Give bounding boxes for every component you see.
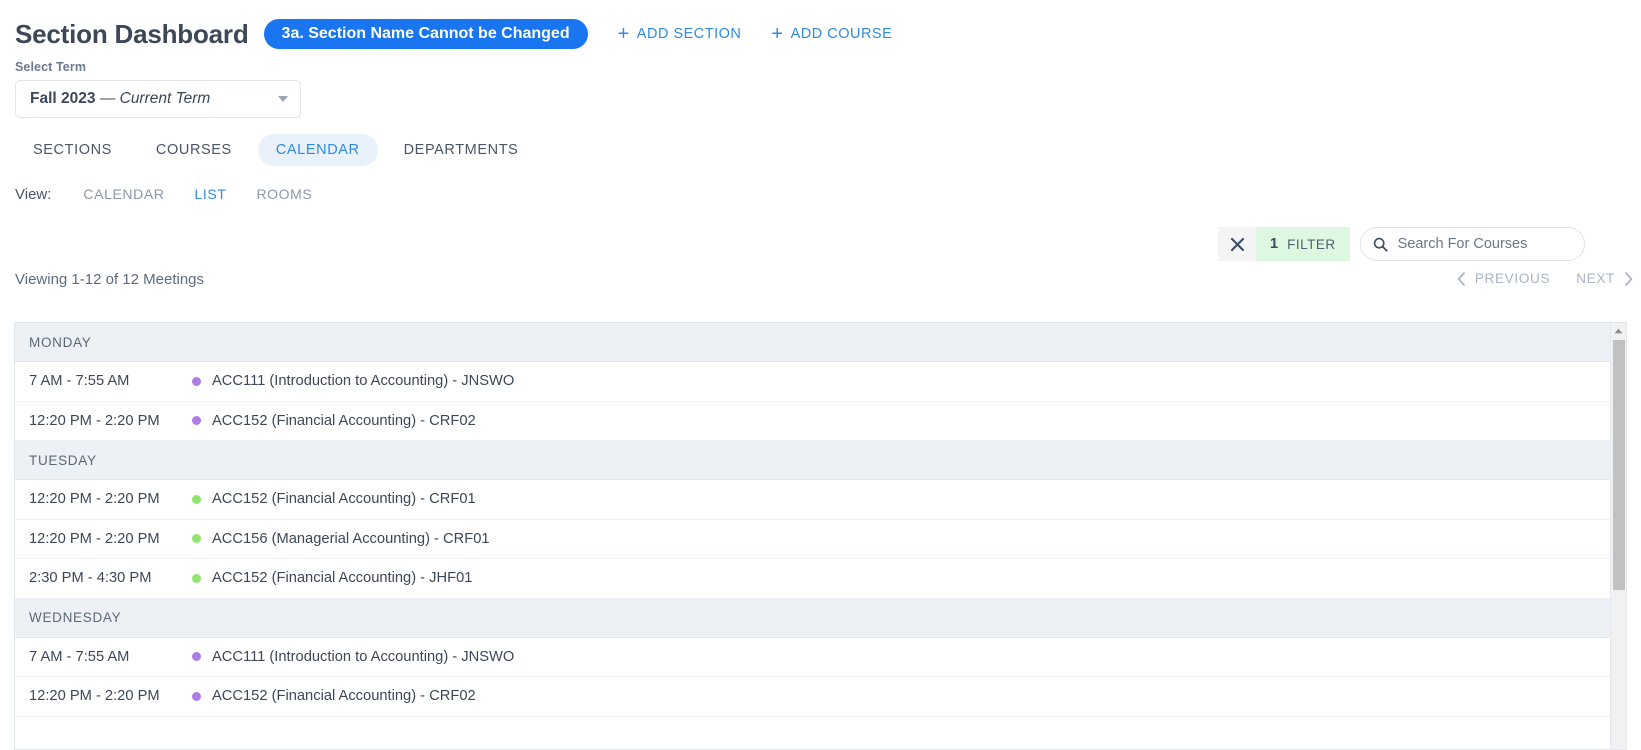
scrollbar-thumb[interactable] — [1612, 340, 1625, 590]
caret-up-icon — [1614, 328, 1623, 333]
view-switcher: View: CALENDAR LIST ROOMS — [0, 182, 1641, 206]
meeting-time: 2:30 PM - 4:30 PM — [29, 570, 152, 587]
tab-sections[interactable]: SECTIONS — [15, 134, 130, 166]
plus-icon: + — [771, 23, 784, 45]
filter-search-bar: 1 FILTER — [1218, 227, 1585, 261]
next-page-button[interactable]: NEXT — [1576, 271, 1633, 286]
view-label: View: — [15, 186, 52, 203]
clear-filter-button[interactable] — [1218, 227, 1256, 261]
select-term-label: Select Term — [15, 60, 87, 74]
term-select[interactable]: Fall 2023 — Current Term — [15, 80, 301, 118]
meeting-name: ACC152 (Financial Accounting) - CRF02 — [212, 688, 476, 705]
meeting-name: ACC152 (Financial Accounting) - JHF01 — [212, 570, 473, 587]
day-header: TUESDAY — [15, 441, 1610, 480]
meeting-row[interactable]: 2:30 PM - 4:30 PM ACC152 (Financial Accou… — [15, 559, 1610, 599]
meeting-time: 12:20 PM - 2:20 PM — [29, 688, 160, 705]
meeting-row[interactable]: 12:20 PM - 2:20 PM ACC156 (Managerial Acc… — [15, 519, 1610, 559]
meeting-row[interactable]: 12:20 PM - 2:20 PM ACC152 (Financial Acco… — [15, 401, 1610, 441]
meeting-name: ACC111 (Introduction to Accounting) - JN… — [212, 373, 515, 390]
view-option-rooms[interactable]: ROOMS — [244, 182, 324, 206]
scrollbar-track[interactable] — [1611, 590, 1626, 749]
next-label: NEXT — [1576, 271, 1615, 286]
day-header: WEDNESDAY — [15, 598, 1610, 638]
meeting-row[interactable]: 7 AM - 7:55 AM ACC111 (Introduction to Ac… — [15, 637, 1610, 677]
meeting-color-dot-icon — [192, 573, 201, 583]
meeting-color-dot-icon — [192, 494, 201, 504]
meeting-color-dot-icon — [192, 416, 201, 426]
meetings-list: MONDAY 7 AM - 7:55 AM ACC111 (Introduction… — [14, 322, 1627, 750]
close-icon — [1230, 237, 1244, 251]
section-dashboard-page: Section Dashboard 3a. Section Name Canno… — [0, 0, 1641, 750]
term-selector-group: Select Term Fall 2023 — Current Term — [0, 60, 1641, 118]
term-select-value: Fall 2023 — Current Term — [30, 90, 278, 108]
chevron-right-icon — [1625, 271, 1633, 286]
page-title: Section Dashboard — [15, 18, 249, 49]
meeting-row[interactable]: 12:20 PM - 2:20 PM ACC152 (Financial Acco… — [15, 677, 1610, 717]
add-course-button[interactable]: + ADD COURSE — [771, 24, 892, 44]
tab-calendar[interactable]: CALENDAR — [257, 134, 378, 166]
previous-page-button[interactable]: PREVIOUS — [1457, 271, 1550, 286]
search-icon — [1373, 237, 1388, 252]
chevron-left-icon — [1457, 271, 1465, 286]
meetings-list-body: MONDAY 7 AM - 7:55 AM ACC111 (Introduction… — [15, 323, 1610, 749]
chevron-down-icon — [278, 96, 288, 102]
meeting-name: ACC111 (Introduction to Accounting) - JN… — [212, 648, 515, 665]
filter-label: FILTER — [1287, 236, 1336, 252]
main-tab-bar: SECTIONS COURSES CALENDAR DEPARTMENTS — [0, 134, 1641, 166]
page-header: Section Dashboard 3a. Section Name Canno… — [0, 0, 1641, 52]
meeting-color-dot-icon — [192, 652, 201, 662]
list-scrollbar[interactable] — [1610, 323, 1626, 749]
tab-departments[interactable]: DEPARTMENTS — [386, 134, 537, 166]
day-header: MONDAY — [15, 323, 1610, 362]
view-option-calendar[interactable]: CALENDAR — [71, 182, 176, 206]
meeting-name: ACC156 (Managerial Accounting) - CRF01 — [212, 530, 490, 547]
meeting-time: 12:20 PM - 2:20 PM — [29, 530, 160, 547]
meeting-color-dot-icon — [192, 534, 201, 544]
term-status: — Current Term — [99, 90, 211, 107]
meeting-time: 12:20 PM - 2:20 PM — [29, 412, 160, 429]
pagination: PREVIOUS NEXT — [1457, 271, 1633, 286]
meeting-time: 7 AM - 7:55 AM — [29, 373, 130, 390]
filter-button[interactable]: 1 FILTER — [1256, 227, 1350, 261]
meeting-row[interactable]: 12:20 PM - 2:20 PM ACC152 (Financial Acco… — [15, 480, 1610, 520]
meeting-color-dot-icon — [192, 691, 201, 701]
view-option-list[interactable]: LIST — [182, 182, 238, 206]
meeting-name: ACC152 (Financial Accounting) - CRF01 — [212, 491, 476, 508]
add-section-button[interactable]: + ADD SECTION — [618, 24, 742, 44]
tab-courses[interactable]: COURSES — [138, 134, 250, 166]
add-section-label: ADD SECTION — [636, 26, 742, 42]
search-box[interactable] — [1359, 227, 1585, 261]
search-input[interactable] — [1395, 235, 1572, 253]
instruction-badge: 3a. Section Name Cannot be Changed — [263, 18, 588, 50]
meeting-name: ACC152 (Financial Accounting) - CRF02 — [212, 412, 476, 429]
viewing-count: Viewing 1-12 of 12 Meetings — [15, 271, 205, 288]
meeting-time: 7 AM - 7:55 AM — [29, 648, 130, 665]
term-name: Fall 2023 — [30, 90, 96, 107]
add-course-label: ADD COURSE — [790, 26, 893, 42]
meeting-time: 12:20 PM - 2:20 PM — [29, 491, 160, 508]
meeting-row[interactable]: 7 AM - 7:55 AM ACC111 (Introduction to Ac… — [15, 362, 1610, 402]
scroll-up-button[interactable] — [1611, 323, 1626, 338]
filter-count: 1 — [1270, 236, 1279, 252]
previous-label: PREVIOUS — [1474, 271, 1551, 286]
plus-icon: + — [617, 23, 630, 45]
meeting-color-dot-icon — [192, 376, 201, 386]
